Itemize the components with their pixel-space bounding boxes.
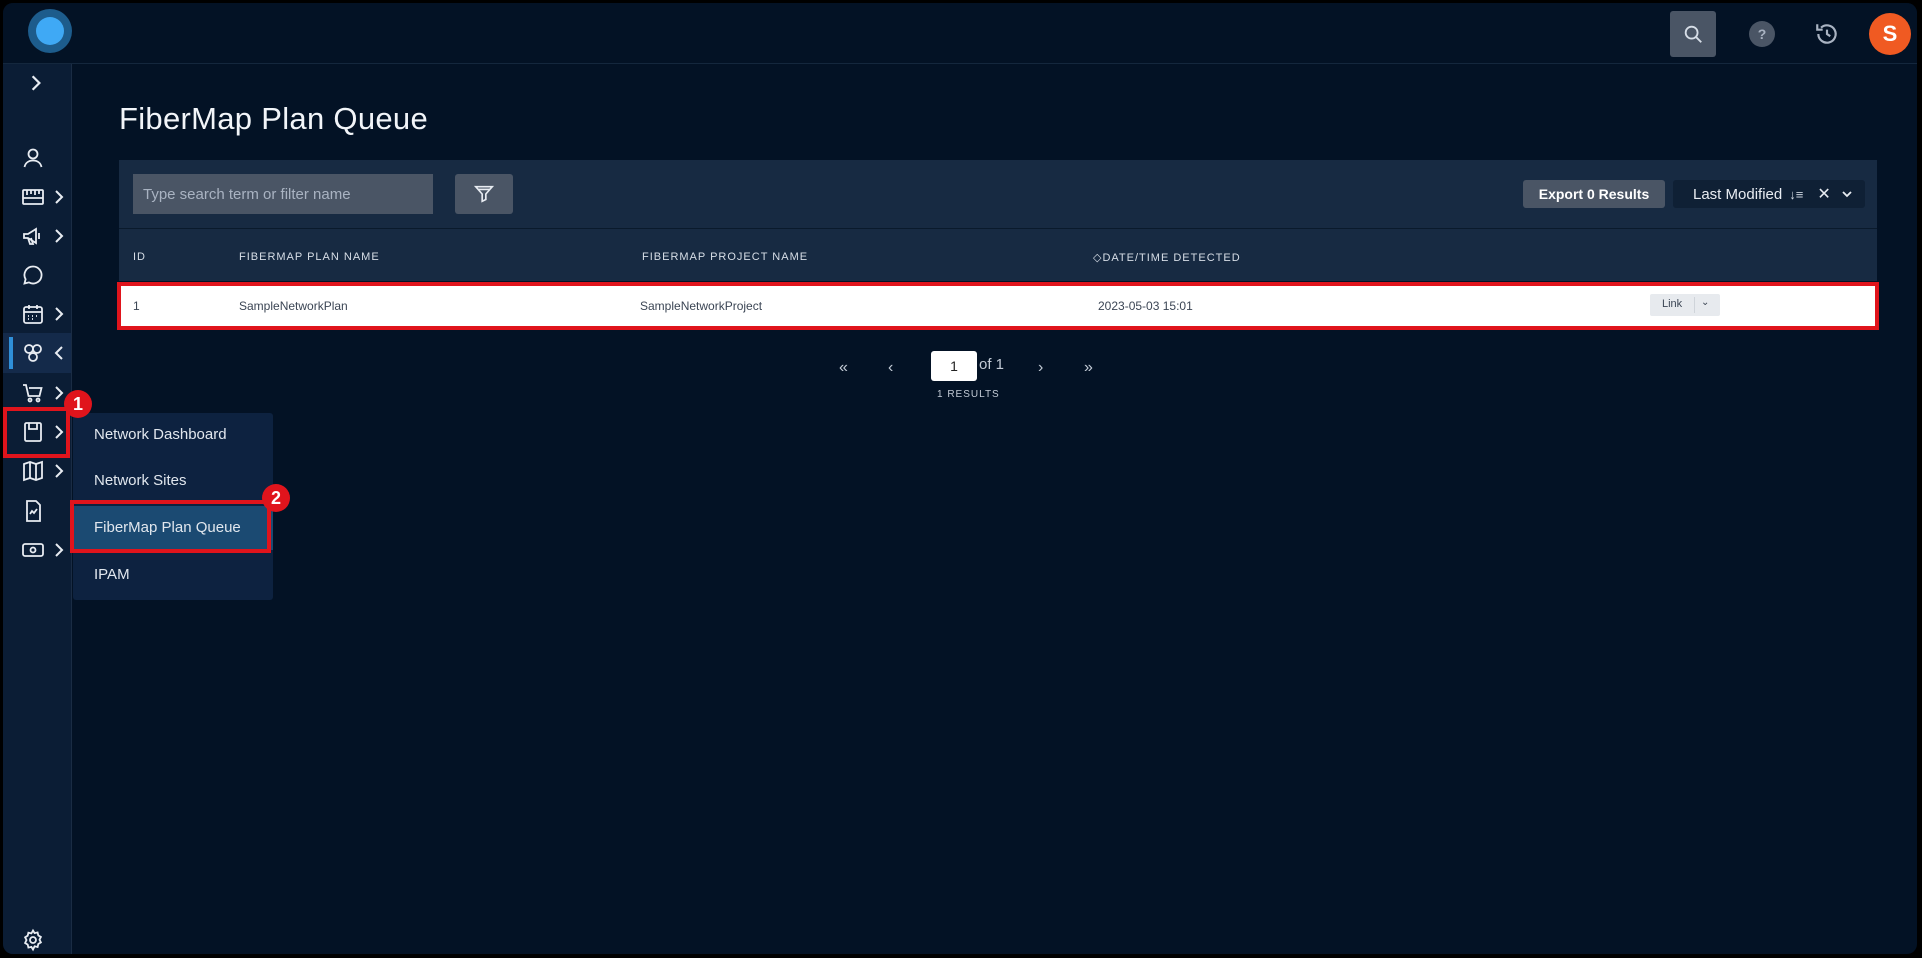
chevron-right-icon bbox=[31, 75, 41, 91]
chevron-down-icon[interactable]: ⌄ bbox=[1701, 297, 1709, 308]
submenu-item-network-dashboard[interactable]: Network Dashboard bbox=[73, 413, 273, 457]
sidebar-item-marketing[interactable] bbox=[3, 216, 71, 256]
history-icon bbox=[1816, 24, 1837, 44]
calendar-icon bbox=[23, 305, 43, 324]
cell-plan-name: SampleNetworkPlan bbox=[239, 299, 348, 313]
search-icon bbox=[1684, 25, 1702, 43]
map-icon bbox=[23, 460, 43, 482]
submenu-item-ipam[interactable]: IPAM bbox=[73, 553, 273, 597]
chevron-down-icon[interactable] bbox=[1841, 189, 1853, 199]
cell-date-detected: 2023-05-03 15:01 bbox=[1098, 299, 1193, 313]
money-icon bbox=[22, 543, 44, 557]
cell-project-name: SampleNetworkProject bbox=[640, 299, 763, 313]
cell-id: 1 bbox=[133, 299, 140, 313]
sidebar-item-messages[interactable] bbox=[3, 255, 71, 295]
pagination: « ‹ of 1 › » bbox=[3, 351, 1917, 391]
help-icon: ? bbox=[1749, 21, 1775, 47]
user-icon bbox=[23, 148, 43, 168]
search-input[interactable] bbox=[133, 174, 433, 214]
last-page-button[interactable]: » bbox=[1084, 359, 1093, 377]
sidebar-expand-toggle[interactable] bbox=[3, 64, 71, 104]
user-avatar[interactable]: S bbox=[1869, 13, 1911, 55]
sidebar-item-reports[interactable] bbox=[3, 491, 71, 531]
sort-label: Last Modified bbox=[1693, 185, 1783, 203]
sidebar-item-contacts[interactable] bbox=[3, 138, 71, 178]
results-panel: Export 0 Results Last Modified ↓≡ ✕ ID F… bbox=[117, 160, 1879, 330]
filter-icon bbox=[473, 185, 495, 203]
chat-icon bbox=[23, 265, 43, 285]
chevron-right-icon bbox=[55, 229, 64, 243]
export-results-button[interactable]: Export 0 Results bbox=[1523, 180, 1665, 208]
page-number-input[interactable] bbox=[931, 351, 977, 381]
sort-select[interactable]: Last Modified ↓≡ ✕ bbox=[1673, 180, 1865, 208]
link-button-divider bbox=[1694, 297, 1695, 313]
gear-icon[interactable] bbox=[21, 928, 45, 952]
filter-button[interactable] bbox=[455, 174, 513, 214]
app-logo[interactable] bbox=[28, 9, 72, 53]
chevron-right-icon bbox=[55, 307, 64, 321]
history-button[interactable] bbox=[1804, 11, 1850, 57]
help-button[interactable]: ? bbox=[1739, 11, 1785, 57]
submenu-item-network-sites[interactable]: Network Sites bbox=[73, 459, 273, 503]
report-icon bbox=[26, 500, 41, 522]
chevron-right-icon bbox=[55, 464, 64, 478]
ruler-icon bbox=[22, 189, 44, 205]
link-button-label: Link bbox=[1662, 298, 1683, 310]
page-title: FiberMap Plan Queue bbox=[119, 101, 428, 136]
column-header-plan-name[interactable]: FIBERMAP PLAN NAME bbox=[239, 251, 380, 263]
first-page-button[interactable]: « bbox=[839, 359, 848, 377]
step-badge-2: 2 bbox=[262, 484, 290, 512]
sidebar-item-measurements[interactable] bbox=[3, 177, 71, 217]
megaphone-icon bbox=[23, 227, 40, 245]
chevron-right-icon bbox=[55, 190, 64, 204]
highlight-network-icon bbox=[3, 407, 70, 458]
column-header-date-detected[interactable]: ◇DATE/TIME DETECTED bbox=[1093, 251, 1241, 264]
sort-direction-icon[interactable]: ↓≡ bbox=[1789, 187, 1803, 202]
top-bar: ? S bbox=[3, 3, 1917, 64]
table-row[interactable]: 1 SampleNetworkPlan SampleNetworkProject… bbox=[117, 282, 1879, 330]
sidebar-item-billing[interactable] bbox=[3, 530, 71, 570]
table-toolbar: Export 0 Results Last Modified ↓≡ ✕ bbox=[119, 160, 1877, 228]
global-search-button[interactable] bbox=[1670, 11, 1716, 57]
chevron-right-icon bbox=[55, 543, 64, 557]
table-header: ID FIBERMAP PLAN NAME FIBERMAP PROJECT N… bbox=[119, 228, 1877, 281]
logo-mark bbox=[36, 17, 64, 45]
sidebar bbox=[3, 64, 72, 954]
page-count: of 1 bbox=[979, 356, 1005, 373]
clear-sort-icon[interactable]: ✕ bbox=[1817, 184, 1830, 204]
results-count: 1 RESULTS bbox=[937, 389, 1000, 400]
next-page-button[interactable]: › bbox=[1038, 359, 1043, 377]
step-badge-1: 1 bbox=[64, 390, 92, 418]
link-action-button[interactable]: Link ⌄ bbox=[1650, 294, 1720, 316]
highlight-fibermap-plan-queue bbox=[70, 500, 271, 553]
column-header-project-name[interactable]: FIBERMAP PROJECT NAME bbox=[642, 251, 808, 263]
prev-page-button[interactable]: ‹ bbox=[888, 359, 893, 377]
app-window: ? S Network Dashboard Network Sites Fibe… bbox=[3, 3, 1917, 954]
column-header-id[interactable]: ID bbox=[133, 251, 146, 263]
sidebar-item-calendar[interactable] bbox=[3, 294, 71, 334]
